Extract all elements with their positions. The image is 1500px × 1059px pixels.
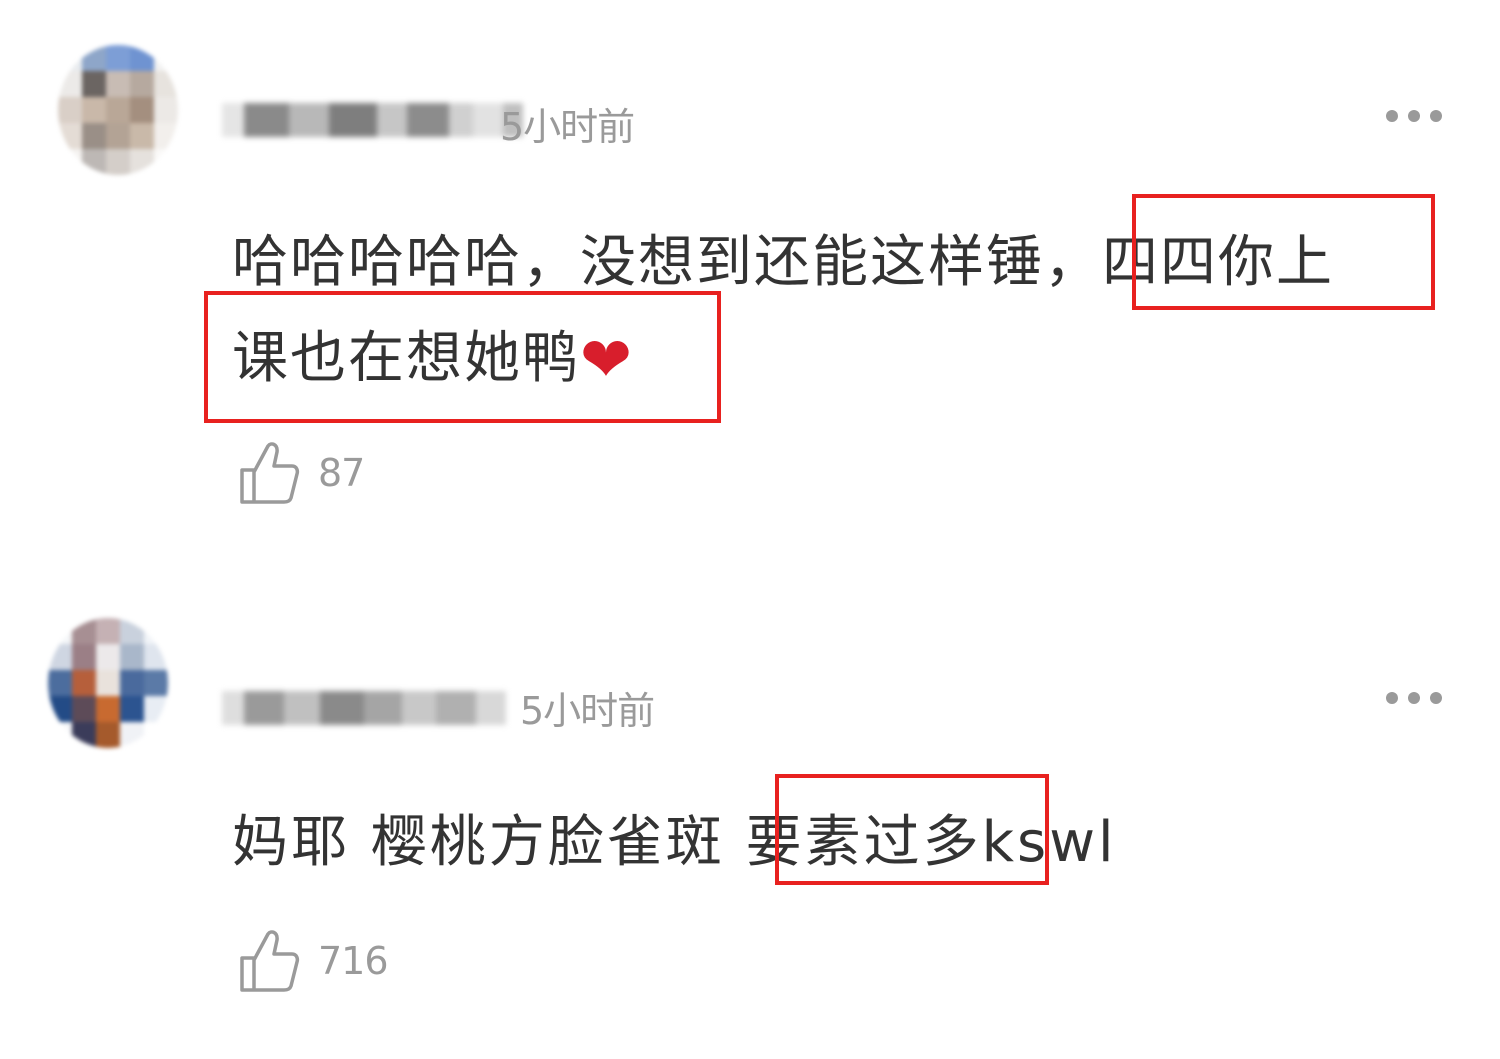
- like-button[interactable]: 87: [238, 440, 365, 506]
- username[interactable]: [222, 678, 506, 738]
- avatar[interactable]: [58, 45, 178, 175]
- comment-item: 5小时前 妈耶 樱桃方脸雀斑 要素过多kswl 716: [0, 590, 1500, 1059]
- more-icon[interactable]: [1386, 692, 1442, 704]
- highlight-box: [204, 291, 721, 423]
- like-count: 87: [318, 451, 365, 495]
- highlight-box: [775, 774, 1049, 885]
- thumbs-up-icon: [240, 930, 300, 992]
- thumbs-up-icon: [240, 442, 300, 504]
- comment-time: 5小时前: [520, 689, 655, 733]
- like-count: 716: [318, 939, 389, 983]
- comment-item: 5小时前 哈哈哈哈哈，没想到还能这样锤，四四你上 课也在想她鸭❤ 87: [0, 0, 1500, 560]
- avatar[interactable]: [48, 618, 168, 748]
- more-icon[interactable]: [1386, 110, 1442, 122]
- like-button[interactable]: 716: [238, 928, 389, 994]
- comment-time: 5小时前: [500, 105, 635, 149]
- highlight-box: [1132, 194, 1435, 310]
- username[interactable]: [222, 90, 523, 150]
